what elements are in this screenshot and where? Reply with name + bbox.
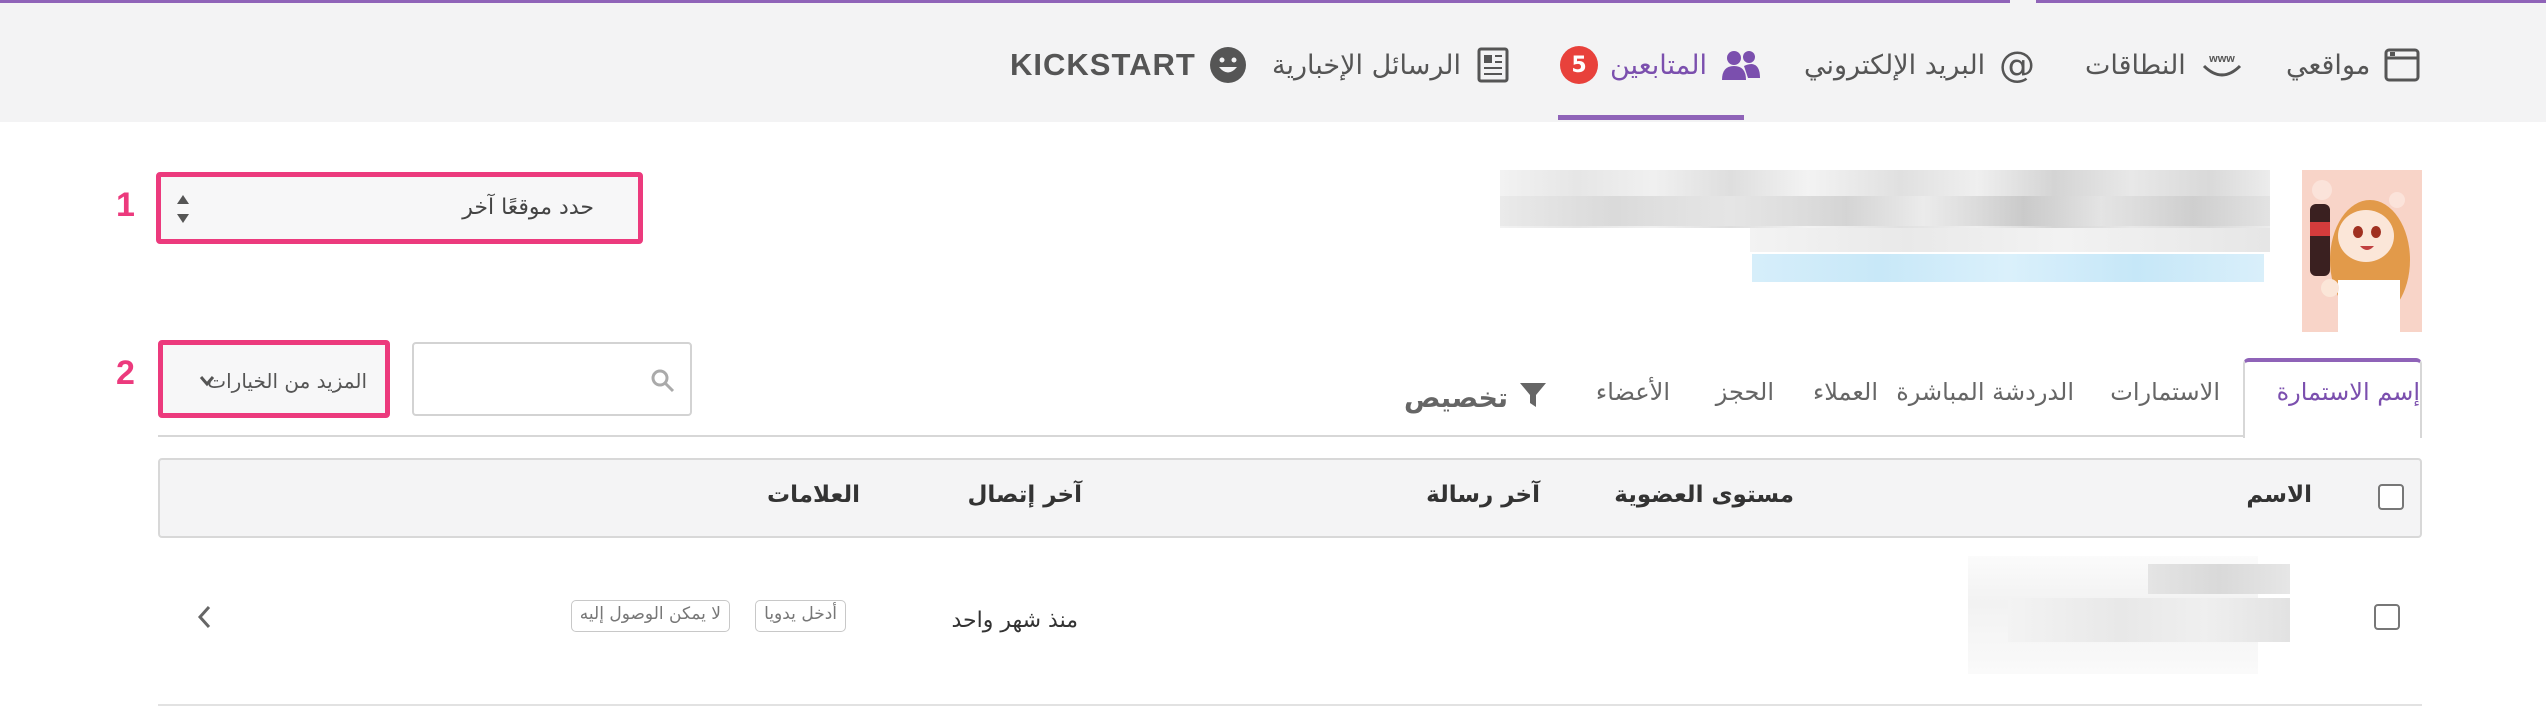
svg-text:@: @: [1999, 47, 2035, 83]
chevron-left-icon[interactable]: [196, 604, 212, 630]
nav-item-kickstart[interactable]: KICKSTART: [1010, 40, 1248, 90]
callout-number-2: 2: [116, 354, 135, 392]
select-arrows-icon: [175, 191, 191, 227]
tab-booking[interactable]: الحجز: [1716, 378, 1774, 406]
column-header-tags[interactable]: العلامات: [767, 482, 860, 508]
at-sign-icon: @: [1997, 45, 2037, 85]
table-row[interactable]: منذ شهر واحد أدخل يدويا لا يمكن الوصول إ…: [158, 538, 2422, 706]
nav-item-followers[interactable]: المتابعين 5: [1560, 40, 1763, 90]
nav-item-label: الرسائل الإخبارية: [1272, 49, 1462, 81]
column-header-last-contact[interactable]: آخر إتصال: [967, 482, 1082, 508]
callout-number-1: 1: [116, 186, 135, 224]
notification-badge: 5: [1560, 46, 1598, 84]
table-header: الاسم مستوى العضوية آخر رسالة آخر إتصال …: [158, 458, 2422, 538]
svg-text:www: www: [2208, 53, 2235, 65]
nav-item-my-sites[interactable]: مواقعي: [2286, 40, 2422, 90]
last-contact-value: منذ شهر واحد: [951, 608, 1078, 633]
row-checkbox[interactable]: [2374, 604, 2400, 630]
funnel-icon: [1518, 380, 1548, 417]
tag-badge: لا يمكن الوصول إليه: [570, 600, 730, 632]
tag-badge: أدخل يدويا: [755, 600, 846, 632]
top-navigation: مواقعي www النطاقات @ البريد الإلكتروني …: [0, 0, 2546, 122]
more-options-button[interactable]: المزيد من الخيارات: [158, 340, 390, 418]
nav-item-label: KICKSTART: [1010, 47, 1196, 82]
tab-members[interactable]: الأعضاء: [1596, 378, 1670, 406]
avatar: [2302, 170, 2422, 332]
nav-item-domains[interactable]: www النطاقات: [2085, 40, 2246, 90]
nav-item-label: مواقعي: [2286, 49, 2371, 81]
search-field[interactable]: [412, 342, 692, 416]
site-select-dropdown[interactable]: حدد موقعًا آخر: [156, 172, 643, 244]
smiley-icon: [1208, 45, 1248, 85]
tab-customers[interactable]: العملاء: [1813, 378, 1878, 406]
nav-item-label: المتابعين: [1610, 49, 1707, 81]
nav-item-label: النطاقات: [2085, 49, 2186, 81]
users-icon: [1719, 45, 1763, 85]
tabs-divider: [158, 435, 2420, 437]
select-all-checkbox[interactable]: [2378, 484, 2404, 510]
column-header-last-message[interactable]: آخر رسالة: [1426, 482, 1540, 508]
nav-item-label: البريد الإلكتروني: [1804, 49, 1986, 81]
top-accent-line-right: [2036, 0, 2546, 3]
tab-form-name[interactable]: إسم الاستمارة: [2277, 378, 2420, 406]
newsletter-icon: [1473, 45, 1513, 85]
window-icon: [2382, 45, 2422, 85]
customize-button[interactable]: تخصيص: [1404, 380, 1548, 417]
chevron-down-icon: [199, 371, 215, 391]
nav-item-email[interactable]: @ البريد الإلكتروني: [1804, 40, 2037, 90]
site-select-value: حدد موقعًا آخر: [462, 195, 594, 220]
nav-item-newsletters[interactable]: الرسائل الإخبارية: [1272, 40, 1513, 90]
more-options-label: المزيد من الخيارات: [207, 369, 367, 393]
tab-forms[interactable]: الاستمارات: [2110, 378, 2220, 406]
tab-live-chat[interactable]: الدردشة المباشرة: [1896, 378, 2074, 406]
active-tab-underline: [1558, 115, 1744, 120]
search-input[interactable]: [416, 346, 636, 412]
search-icon: [650, 368, 676, 394]
top-accent-line: [0, 0, 2010, 3]
column-header-name[interactable]: الاسم: [2246, 482, 2312, 508]
www-icon: www: [2198, 45, 2246, 85]
customize-label: تخصيص: [1404, 383, 1509, 414]
column-header-membership[interactable]: مستوى العضوية: [1614, 482, 1794, 508]
